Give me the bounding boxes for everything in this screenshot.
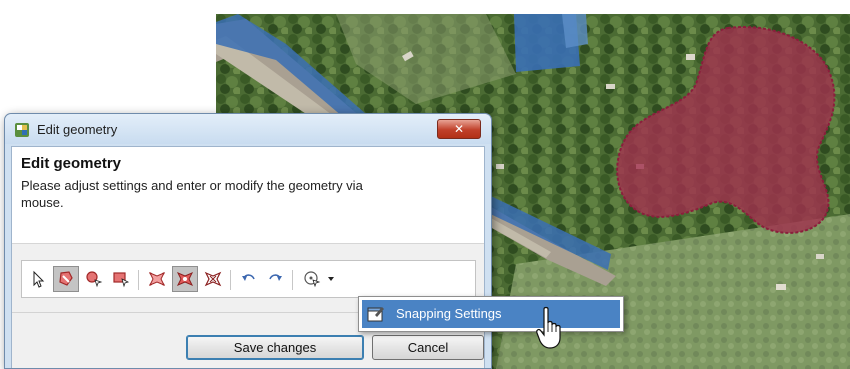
menu-item-snapping-settings[interactable]: Snapping Settings — [362, 300, 620, 328]
chevron-down-icon — [328, 277, 334, 281]
rect-select-icon — [113, 272, 130, 288]
toolbar-separator — [230, 270, 231, 290]
menu-item-label: Snapping Settings — [396, 306, 502, 321]
close-button[interactable]: ✕ — [437, 119, 481, 139]
window-title: Edit geometry — [37, 122, 118, 137]
split-geometry-icon — [148, 272, 166, 286]
edit-polygon-icon — [59, 271, 73, 286]
geometry-toolbar — [21, 260, 476, 298]
hand-cursor-icon — [536, 306, 561, 349]
header-description: Please adjust settings and enter or modi… — [21, 178, 363, 210]
snapping-settings-icon — [367, 307, 384, 322]
rect-select-tool-button[interactable] — [108, 266, 134, 292]
toolbar-separator — [138, 270, 139, 290]
header-title: Edit geometry — [21, 155, 122, 172]
select-tool-button[interactable] — [26, 266, 52, 292]
snapping-menu: Snapping Settings — [358, 296, 624, 332]
header-area: Edit geometry Please adjust settings and… — [12, 147, 484, 244]
redo-button[interactable] — [262, 266, 288, 292]
title-bar[interactable]: Edit geometry ✕ — [5, 114, 491, 144]
select-arrow-icon — [33, 270, 45, 288]
redo-icon — [269, 274, 282, 281]
snapping-icon — [304, 271, 321, 288]
save-changes-button[interactable]: Save changes — [186, 335, 364, 360]
app-icon — [15, 123, 29, 137]
snapping-dropdown-button[interactable] — [298, 266, 340, 292]
undo-button[interactable] — [236, 266, 262, 292]
undo-icon — [242, 274, 255, 281]
merge-geometry-icon — [176, 272, 194, 286]
zoom-select-icon — [86, 271, 103, 288]
dialog-body: Edit geometry Please adjust settings and… — [11, 146, 485, 368]
merge-tool-button[interactable] — [172, 266, 198, 292]
zoom-tool-button[interactable] — [81, 266, 107, 292]
toolbar-separator — [292, 270, 293, 290]
split-tool-button[interactable] — [144, 266, 170, 292]
delete-vertex-icon — [204, 271, 222, 287]
delete-vertex-tool-button[interactable] — [200, 266, 226, 292]
cancel-button[interactable]: Cancel — [372, 335, 484, 360]
edit-polygon-tool-button[interactable] — [53, 266, 79, 292]
